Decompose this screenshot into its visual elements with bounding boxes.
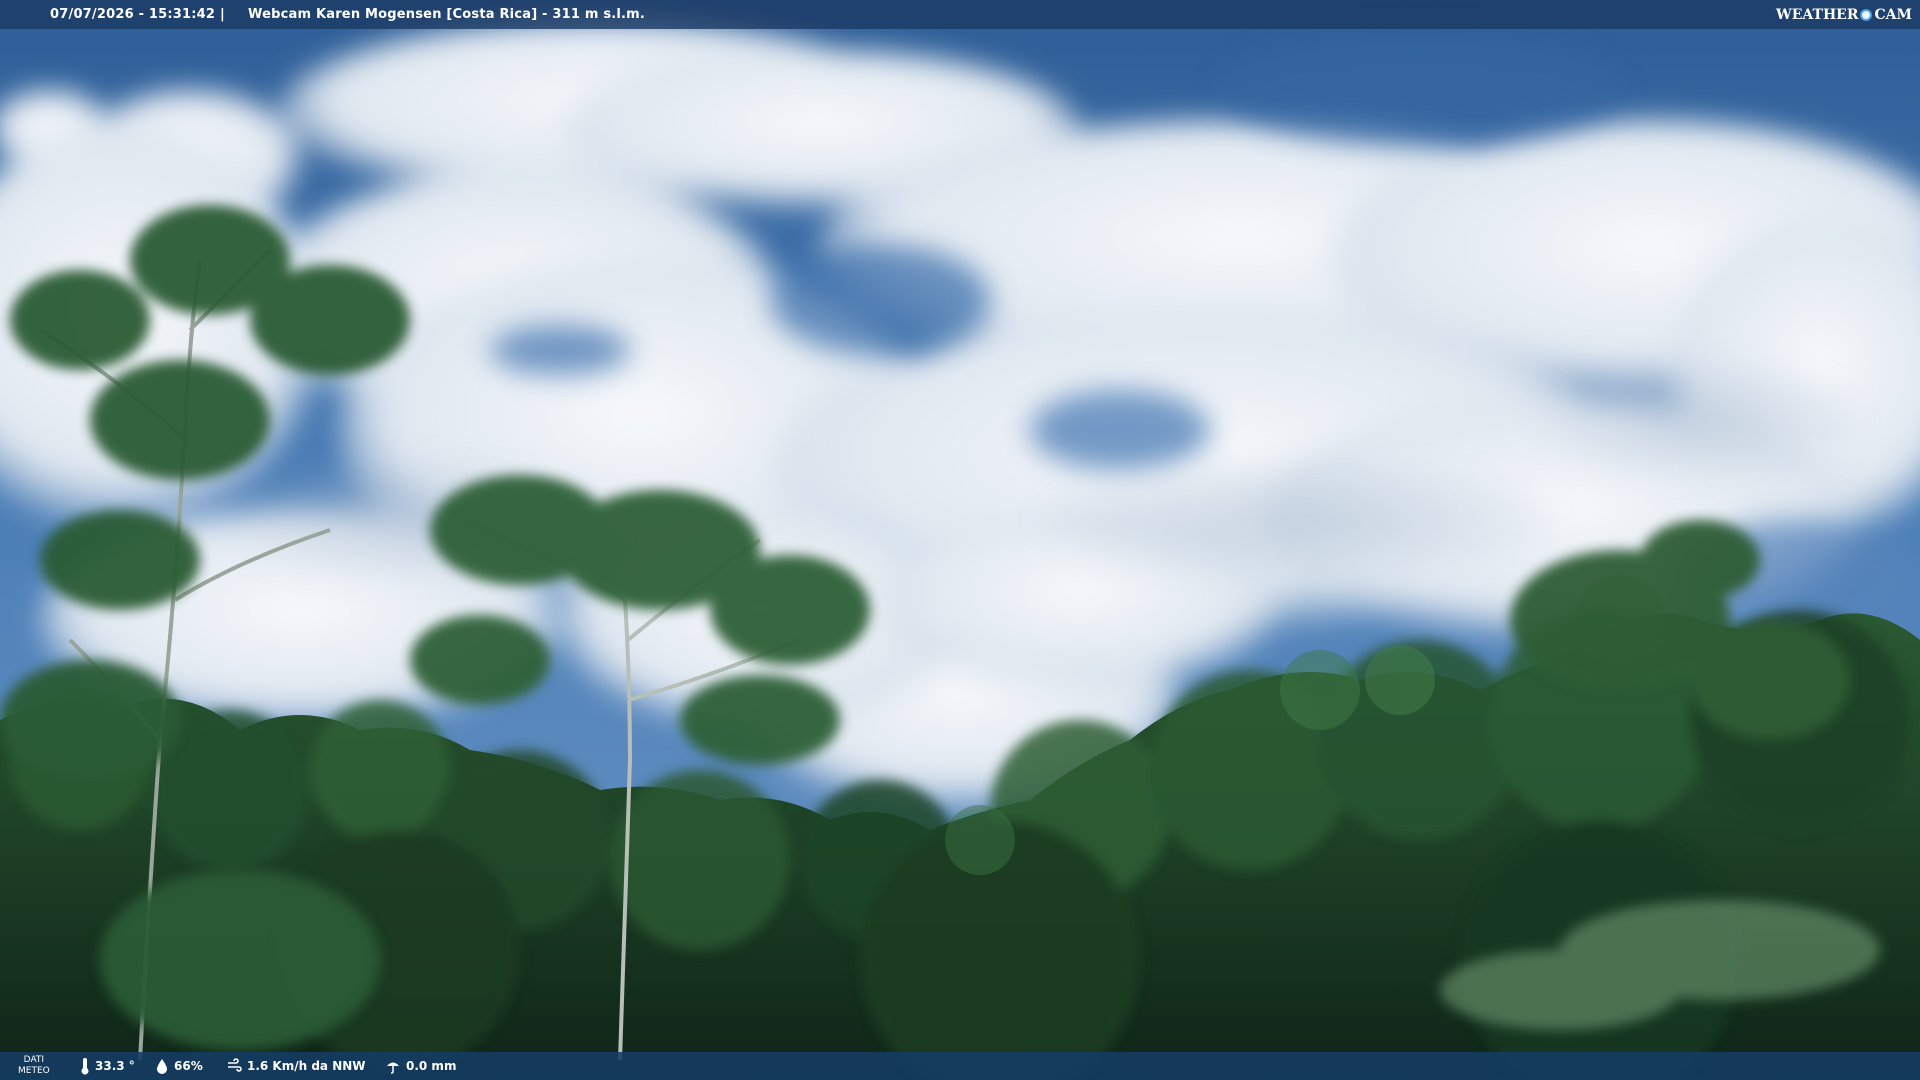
- humidity-drop-icon: [157, 1059, 167, 1074]
- thermometer-icon: [81, 1058, 89, 1075]
- humidity-value: 66%: [174, 1059, 203, 1073]
- rain-value: 0.0 mm: [406, 1059, 457, 1073]
- weather-data-bar: DATI METEO 33.3 ° 66% 1.6 Km/h da NNW 0.…: [0, 1052, 1920, 1080]
- brand-dot-icon: [1860, 9, 1873, 21]
- dati-label-line1: DATI: [23, 1055, 45, 1065]
- brand-right-text: CAM: [1874, 6, 1912, 23]
- top-info-bar: 07/07/2026 - 15:31:42 | Webcam Karen Mog…: [0, 0, 1920, 29]
- rain-gauge-icon: [387, 1062, 399, 1074]
- temperature-readout: 33.3 °: [80, 1052, 135, 1080]
- wind-value: 1.6 Km/h da NNW: [247, 1059, 366, 1073]
- separator: |: [220, 7, 225, 22]
- dati-meteo-label: DATI METEO: [18, 1055, 50, 1077]
- camera-title: Webcam Karen Mogensen [Costa Rica] - 311…: [248, 7, 646, 22]
- wind-readout: 1.6 Km/h da NNW: [226, 1052, 366, 1080]
- brand-left-text: WEATHER: [1776, 6, 1859, 23]
- temperature-value: 33.3 °: [95, 1059, 135, 1073]
- timestamp: 07/07/2026 - 15:31:42: [50, 7, 216, 22]
- wind-icon: [228, 1058, 242, 1072]
- rain-readout: 0.0 mm: [385, 1052, 456, 1080]
- webcam-image: [0, 0, 1920, 1080]
- humidity-readout: 66%: [155, 1052, 203, 1080]
- weathercam-logo: WEATHER CAM: [1776, 4, 1912, 26]
- dati-label-line2: METEO: [18, 1066, 50, 1076]
